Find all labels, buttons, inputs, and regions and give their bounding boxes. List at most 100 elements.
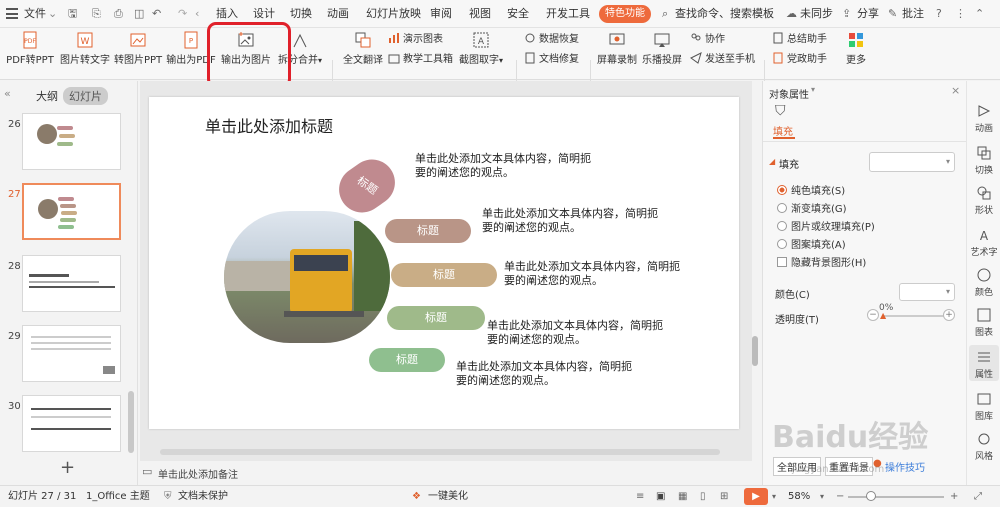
annotate-button[interactable]: 批注 [902, 0, 924, 28]
notes-placeholder[interactable]: 单击此处添加备注 [158, 466, 238, 481]
hide-bg-checkbox[interactable]: 隐藏背景图形(H) [777, 254, 866, 269]
redo-icon[interactable]: ↷ [178, 0, 187, 28]
zoom-out-icon[interactable]: − [836, 486, 844, 507]
share-button[interactable]: 分享 [857, 0, 879, 28]
tab-outline[interactable]: 大纲 [36, 88, 58, 104]
title-pill-5[interactable]: 标题 [369, 348, 445, 372]
img-ppt-button[interactable]: 转图片PPT [114, 31, 162, 66]
save-icon[interactable]: 🖫 [68, 0, 77, 28]
full-translate-button[interactable]: 全文翻译 [340, 31, 386, 66]
tab-slides[interactable]: 幻灯片 [63, 87, 108, 105]
body-text-1[interactable]: 单击此处添加文本具体内容，简明扼要的阐述您的观点。 [415, 152, 601, 180]
collab-button[interactable]: 协作 [690, 32, 725, 48]
notes-bar[interactable]: ▭ 单击此处添加备注 [140, 461, 752, 485]
more-dots-icon[interactable]: ⋮ [955, 0, 966, 28]
hamburger-icon[interactable] [6, 8, 18, 19]
sidebar-item-chart[interactable]: 图表 [967, 307, 1000, 338]
zoom-level[interactable]: 58% [788, 486, 810, 507]
reading-view-icon[interactable]: ▯ [700, 486, 706, 507]
present-options-icon[interactable]: ⊞ [720, 486, 728, 507]
zoom-slider[interactable] [848, 496, 944, 498]
screen-record-button[interactable]: 屏幕录制 [597, 31, 637, 66]
lebo-cast-button[interactable]: 乐播投屏 [641, 31, 683, 66]
file-menu[interactable]: 文件 [24, 0, 46, 28]
sidebar-item-shape[interactable]: 形状 [967, 185, 1000, 216]
collapse-ribbon-icon[interactable]: ⌃ [975, 0, 984, 28]
close-icon[interactable]: × [951, 84, 960, 97]
slide-thumb-27[interactable] [22, 183, 121, 240]
search-command[interactable]: 查找命令、搜索模板 [675, 0, 774, 28]
party-gov-button[interactable]: 党政助手 [772, 52, 827, 68]
section-toggle-icon[interactable]: ◢ [769, 157, 775, 166]
body-text-4[interactable]: 单击此处添加文本具体内容，简明扼要的阐述您的观点。 [487, 319, 673, 347]
data-recovery-button[interactable]: 数据恢复 [524, 32, 579, 48]
title-pill-2[interactable]: 标题 [385, 219, 471, 243]
sidebar-item-wordart[interactable]: A 艺术字 [967, 227, 1000, 258]
zoom-thumb[interactable] [866, 491, 876, 501]
img-to-text-button[interactable]: W 图片转文字 [60, 31, 110, 66]
horizontal-scrollbar[interactable] [160, 449, 720, 455]
tab-animation[interactable]: 动画 [327, 0, 349, 28]
add-slide-button[interactable]: + [60, 457, 75, 478]
tab-fill[interactable]: 填充 [773, 123, 793, 138]
color-dropdown[interactable]: ▾ [899, 283, 955, 301]
tab-security[interactable]: 安全 [507, 0, 529, 28]
teaching-tools-button[interactable]: 教学工具箱 [388, 52, 453, 68]
title-pill-1[interactable]: 标题 [330, 150, 404, 222]
send-phone-button[interactable]: 发送至手机 [690, 52, 755, 68]
sidebar-item-transition[interactable]: 切换 [967, 145, 1000, 176]
chevron-down-icon[interactable]: ▾ [811, 85, 815, 94]
tips-link[interactable]: 操作技巧 [885, 459, 925, 474]
export-icon[interactable]: ⎘ [92, 0, 101, 28]
transparency-slider[interactable] [883, 315, 945, 317]
body-text-3[interactable]: 单击此处添加文本具体内容，简明扼要的阐述您的观点。 [504, 260, 690, 288]
slide-title[interactable]: 单击此处添加标题 [205, 113, 333, 137]
tab-view[interactable]: 视图 [469, 0, 491, 28]
theme-name[interactable]: 1_Office 主题 [86, 486, 150, 507]
slide-thumb-29[interactable] [22, 325, 121, 382]
apply-all-button[interactable]: 全部应用 [773, 457, 821, 476]
body-text-2[interactable]: 单击此处添加文本具体内容，简明扼要的阐述您的观点。 [482, 207, 668, 235]
thumb-scrollbar[interactable] [128, 391, 134, 453]
sidebar-item-color[interactable]: 颜色 [967, 267, 1000, 298]
screenshot-text-button[interactable]: A 截图取字▾ [456, 31, 506, 66]
tab-transition[interactable]: 切换 [290, 0, 312, 28]
reset-bg-button[interactable]: 重置背景 [825, 457, 873, 476]
tab-review[interactable]: 审阅 [430, 0, 452, 28]
solid-fill-option[interactable]: 纯色填充(S) [777, 182, 845, 197]
sidebar-item-animation[interactable]: 动画 [967, 103, 1000, 134]
tab-slideshow[interactable]: 幻灯片放映 [366, 0, 421, 28]
minus-icon[interactable]: − [867, 309, 879, 321]
tab-developer[interactable]: 开发工具 [546, 0, 590, 28]
chevron-down-icon[interactable]: ▾ [820, 486, 824, 507]
picture-fill-option[interactable]: 图片或纹理填充(P) [777, 218, 875, 233]
chevron-down-icon[interactable]: ▾ [772, 486, 776, 507]
notes-toggle-icon[interactable]: ≡ [636, 486, 644, 507]
gradient-fill-option[interactable]: 渐变填充(G) [777, 200, 847, 215]
play-button[interactable]: ▶ [744, 488, 768, 505]
slide[interactable]: 单击此处添加标题 标题 标题 标题 标题 标题 单击此处添加文本具体内容，简明扼… [149, 97, 739, 429]
slide-thumb-30[interactable] [22, 395, 121, 452]
slide-thumb-28[interactable] [22, 255, 121, 312]
title-pill-3[interactable]: 标题 [391, 263, 497, 287]
collapse-panel-icon[interactable]: « [4, 87, 11, 100]
print-icon[interactable]: ⎙ [114, 0, 123, 28]
protect-status[interactable]: 文档未保护 [178, 486, 228, 507]
fill-color-dropdown[interactable]: ▾ [869, 152, 955, 172]
chevron-down-icon[interactable]: ⌄ [48, 0, 57, 28]
pdf-to-ppt-button[interactable]: PDF PDF转PPT [6, 31, 54, 66]
fit-window-icon[interactable]: ⤢ [974, 486, 982, 507]
more-button[interactable]: 更多 [842, 31, 870, 66]
body-text-5[interactable]: 单击此处添加文本具体内容，简明扼要的阐述您的观点。 [456, 360, 642, 388]
sorter-view-icon[interactable]: ▦ [678, 486, 687, 507]
zoom-in-icon[interactable]: + [950, 486, 958, 507]
pattern-fill-option[interactable]: 图案填充(A) [777, 236, 846, 251]
fill-bucket-icon[interactable]: ⛉ [775, 103, 786, 119]
undo-icon[interactable]: ↶ [152, 0, 161, 28]
sidebar-item-properties[interactable]: 属性 [967, 349, 1000, 380]
demo-chart-button[interactable]: 演示图表 [388, 32, 443, 48]
beautify-button[interactable]: 一键美化 [428, 486, 468, 507]
slide-thumb-26[interactable] [22, 113, 121, 170]
normal-view-icon[interactable]: ▣ [656, 486, 665, 507]
tab-feature[interactable]: 特色功能 [599, 5, 651, 23]
